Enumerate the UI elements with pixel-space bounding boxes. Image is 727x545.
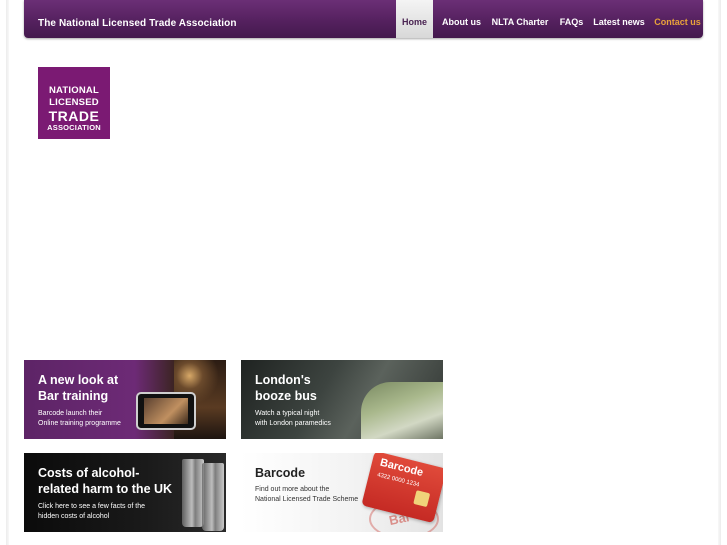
banner-title: Barcode (255, 465, 375, 481)
banner-title: Costs of alcohol- related harm to the UK (38, 465, 188, 497)
banner-sub-line: Click here to see a few facts of the (38, 503, 145, 510)
banner-title: A new look at Bar training (38, 372, 158, 404)
nav-home[interactable]: Home (396, 0, 433, 38)
banner-title-line: booze bus (255, 389, 317, 403)
site-header: The National Licensed Trade Association … (24, 0, 703, 38)
nav-faqs[interactable]: FAQs (557, 0, 586, 38)
nav-about-us[interactable]: About us (440, 0, 483, 38)
banner-costs-of-alcohol[interactable]: Costs of alcohol- related harm to the UK… (24, 453, 226, 532)
beer-glass-image (202, 463, 224, 531)
banner-sub-line: Watch a typical night (255, 410, 320, 417)
banner-bar-training[interactable]: A new look at Bar training Barcode launc… (24, 360, 226, 439)
nlta-logo[interactable]: NATIONAL LICENSED TRADE ASSOCIATION (38, 67, 110, 139)
nav-nlta-charter[interactable]: NLTA Charter (490, 0, 550, 38)
banner-sub-line: Online training programme (38, 420, 121, 427)
card-chip-icon (413, 490, 431, 508)
logo-line-licensed: LICENSED (49, 96, 99, 108)
main-nav: Home About us NLTA Charter FAQs Latest n… (396, 0, 703, 38)
banner-sub-line: hidden costs of alcohol (38, 513, 110, 520)
banner-title: London's booze bus (255, 372, 375, 404)
banner-booze-bus[interactable]: London's booze bus Watch a typical night… (241, 360, 443, 439)
banner-title-line: related harm to the UK (38, 482, 173, 496)
nav-latest-news[interactable]: Latest news (593, 0, 645, 38)
nav-contact-us[interactable]: Contact us (653, 0, 702, 38)
banner-sub-line: with London paramedics (255, 420, 331, 427)
page-frame-right (718, 0, 721, 545)
logo-line-trade: TRADE (48, 108, 100, 124)
banner-barcode-scheme[interactable]: Bar Barcode 4322 0000 1234 Barcode Find … (241, 453, 443, 532)
banner-subtitle: Barcode launch their Online training pro… (38, 409, 168, 429)
banner-title-line: Bar training (38, 389, 109, 403)
banner-title-line: A new look at (38, 373, 119, 387)
banner-subtitle: Watch a typical night with London parame… (255, 409, 385, 429)
page-frame-left (6, 0, 9, 545)
banner-title-line: London's (255, 373, 311, 387)
banner-subtitle: Find out more about the National License… (255, 485, 375, 505)
banner-title-line: Costs of alcohol- (38, 466, 140, 480)
banner-sub-line: National Licensed Trade Scheme (255, 496, 359, 503)
logo-line-national: NATIONAL (49, 85, 99, 96)
logo-line-association: ASSOCIATION (47, 123, 101, 132)
banner-title-line: Barcode (255, 466, 306, 480)
banner-sub-line: Barcode launch their (38, 410, 103, 417)
banner-subtitle: Click here to see a few facts of the hid… (38, 502, 168, 522)
banner-sub-line: Find out more about the (255, 486, 330, 493)
site-title: The National Licensed Trade Association (38, 18, 237, 29)
